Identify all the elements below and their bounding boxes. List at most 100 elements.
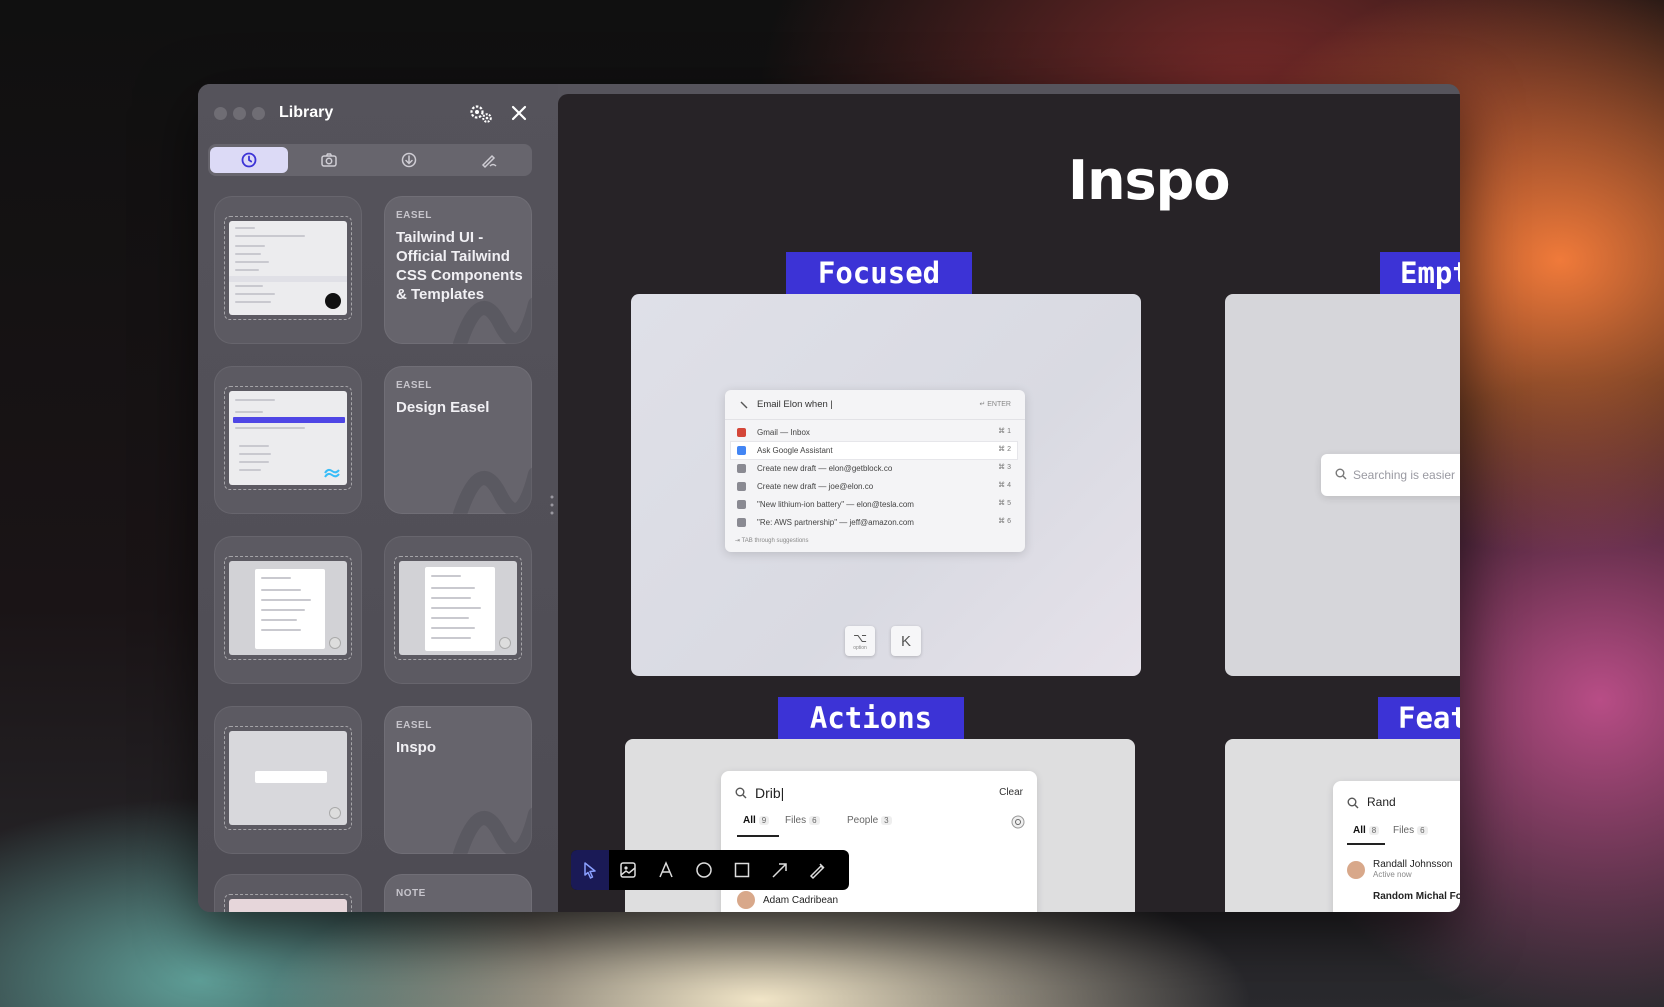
option-key: ⌥ option — [845, 626, 875, 656]
settings-icon — [1011, 815, 1025, 829]
app-badge-icon — [499, 637, 511, 649]
tab-all: All 8 — [1353, 825, 1380, 836]
easel-swirl-icon — [453, 807, 532, 854]
window-close-dot[interactable] — [214, 107, 227, 120]
card-kind: EASEL — [396, 720, 432, 731]
app-badge-icon — [329, 807, 341, 819]
k-key: K — [891, 626, 921, 656]
palette-row: Create new draft — joe@elon.co ⌘ 4 — [731, 478, 1017, 495]
person-name: Randall Johnsson Active now — [1373, 859, 1453, 879]
features-search-card: Rand All 8 Files 6 Randall Johnsson Active … — [1333, 781, 1460, 912]
library-card-thumb[interactable] — [384, 536, 532, 684]
text-icon — [659, 861, 673, 878]
library-card-easel[interactable]: EASEL Design Easel — [384, 366, 532, 514]
camera-icon — [321, 153, 337, 167]
library-card-easel[interactable]: EASEL Inspo — [384, 706, 532, 854]
square-tool-button[interactable] — [723, 850, 761, 890]
text-tool-button[interactable] — [647, 850, 685, 890]
tab-recent[interactable] — [210, 147, 288, 173]
command-palette: Email Elon when | ↵ ENTER Gmail — Inbox ⌘… — [725, 390, 1025, 552]
cursor-tool-button[interactable] — [571, 850, 609, 890]
library-card-thumb[interactable] — [214, 874, 362, 912]
library-card-thumb[interactable] — [214, 366, 362, 514]
tab-downloads[interactable] — [370, 147, 448, 173]
library-card-easel[interactable]: EASEL Tailwind UI - Official Tailwind CS… — [384, 196, 532, 344]
thumbnail-image — [399, 561, 517, 655]
app-badge-icon — [329, 637, 341, 649]
app-badge-icon — [325, 293, 341, 309]
library-card-thumb[interactable] — [214, 196, 362, 344]
thumb-frame — [224, 894, 352, 912]
card-kind: EASEL — [396, 380, 432, 391]
cursor-icon — [584, 862, 596, 879]
clock-icon — [241, 152, 257, 168]
tab-notes[interactable] — [450, 147, 528, 173]
palette-row: Create new draft — elon@getblock.co ⌘ 3 — [731, 460, 1017, 477]
actions-search-card: Drib| Clear All 9 Files 6 People 3 Adam Cad… — [721, 771, 1037, 912]
tab-captures[interactable] — [290, 147, 368, 173]
thumbnail-image — [229, 731, 347, 825]
tab-all: All 9 — [743, 815, 770, 826]
sidebar-resize-handle[interactable] — [550, 494, 554, 516]
clear-button: Clear — [999, 787, 1023, 798]
tab-people: People 3 — [847, 815, 892, 826]
label-focused: Focused — [786, 252, 972, 294]
search-icon — [1335, 468, 1347, 480]
download-icon — [401, 152, 417, 168]
circle-tool-button[interactable] — [685, 850, 723, 890]
wand-icon — [740, 401, 748, 409]
easel-swirl-icon — [453, 297, 532, 344]
person-name: Adam Cadribean — [763, 895, 839, 906]
easel-canvas[interactable]: Inspo Focused Email Elon when | ↵ ENTER … — [558, 94, 1460, 912]
window-minimize-dot[interactable] — [233, 107, 246, 120]
thumb-frame — [224, 386, 352, 490]
palette-footer: ⇥ TAB through suggestions — [735, 538, 809, 544]
pen-tool-button[interactable] — [799, 850, 837, 890]
features-query: Rand — [1367, 795, 1396, 809]
actions-query: Drib| — [755, 785, 785, 801]
arrow-tool-button[interactable] — [761, 850, 799, 890]
pen-icon — [809, 863, 825, 880]
thumbnail-image — [229, 561, 347, 655]
thumb-frame — [224, 216, 352, 320]
settings-gear-icon[interactable] — [468, 102, 494, 126]
library-window: Library EASEL Tailwind UI - Official Tai… — [198, 84, 1460, 912]
titlebar: Library — [198, 84, 558, 144]
close-icon[interactable] — [508, 102, 530, 124]
image-tool-button[interactable] — [609, 850, 647, 890]
enter-hint: ↵ ENTER — [979, 401, 1011, 408]
empty-panel[interactable]: Searching is easier — [1225, 294, 1460, 676]
card-kind: NOTE — [396, 888, 426, 899]
drawing-toolbar — [571, 850, 849, 890]
palette-row-selected: Ask Google Assistant ⌘ 2 — [731, 442, 1017, 459]
palette-input: Email Elon when | ↵ ENTER — [725, 390, 1025, 420]
tab-underline — [1347, 843, 1385, 845]
thumbnail-image — [229, 899, 347, 912]
empty-search-input: Searching is easier — [1321, 454, 1460, 496]
thumb-frame — [224, 556, 352, 660]
window-zoom-dot[interactable] — [252, 107, 265, 120]
label-empty: Empt — [1380, 252, 1460, 294]
palette-row: Gmail — Inbox ⌘ 1 — [731, 424, 1017, 441]
square-icon — [734, 862, 750, 878]
search-icon — [1347, 797, 1359, 809]
focused-panel[interactable]: Email Elon when | ↵ ENTER Gmail — Inbox ⌘… — [631, 294, 1141, 676]
circle-icon — [696, 862, 712, 878]
image-icon — [620, 862, 636, 878]
card-kind: EASEL — [396, 210, 432, 221]
library-card-thumb[interactable] — [214, 706, 362, 854]
avatar — [1347, 861, 1365, 879]
features-panel[interactable]: Rand All 8 Files 6 Randall Johnsson Active … — [1225, 739, 1460, 912]
library-card-thumb[interactable] — [214, 536, 362, 684]
thumbnail-image — [229, 391, 347, 485]
tab-files: Files 6 — [1393, 825, 1428, 836]
pen-icon — [481, 154, 497, 169]
tab-underline — [737, 835, 779, 837]
palette-row: "New lithium-ion battery" — elon@tesla.c… — [731, 496, 1017, 513]
easel-swirl-icon — [453, 467, 532, 514]
label-features: Feat — [1378, 697, 1460, 739]
thumb-frame — [224, 726, 352, 830]
library-card-note[interactable]: NOTE — [384, 874, 532, 912]
palette-query: Email Elon when | — [757, 399, 833, 410]
avatar — [737, 891, 755, 909]
